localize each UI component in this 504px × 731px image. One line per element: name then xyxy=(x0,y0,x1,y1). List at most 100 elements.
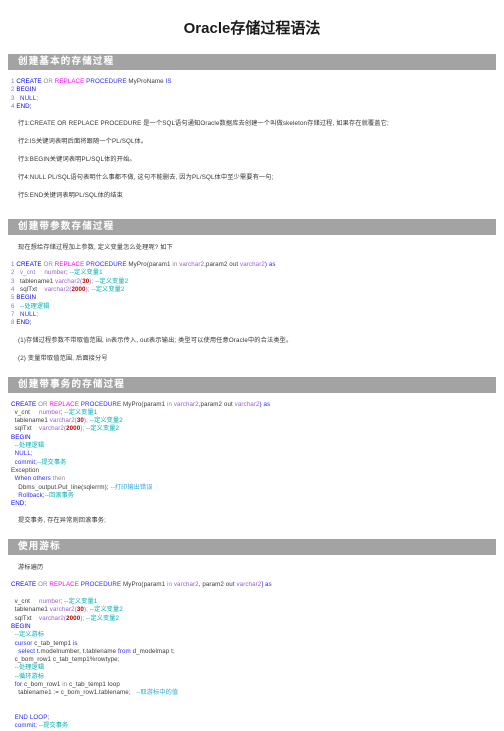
page-title: Oracle存储过程语法 xyxy=(183,20,321,37)
intro-cursor: 游标遍历 xyxy=(18,564,44,572)
code-token: MyPro(param1 xyxy=(128,261,173,269)
code-token: NULL; xyxy=(20,94,39,102)
code-token: in xyxy=(166,581,174,589)
code-token: NULL; xyxy=(11,450,33,458)
code-token: from xyxy=(117,647,133,655)
code-token: IS xyxy=(165,78,172,85)
code-token: 30 xyxy=(76,417,84,425)
code-token: --提交事务 xyxy=(37,458,67,466)
code-token: --定义变量2 xyxy=(86,614,120,622)
code-token: sqlTxt xyxy=(11,425,40,433)
code-token: d_modelmap t; xyxy=(132,647,175,655)
code-token: 6 xyxy=(11,302,20,310)
code-token: PROCEDURE xyxy=(80,581,124,589)
code-token: number xyxy=(39,598,61,606)
code-token: commit; xyxy=(11,458,37,466)
code-token: varchar2 xyxy=(236,581,262,589)
code-token: CREATE xyxy=(11,400,39,408)
code-token: CREATE xyxy=(16,78,44,85)
code-token: NULL; xyxy=(20,310,39,318)
code-token: REPLACE xyxy=(49,581,81,589)
code-token: --定义变量2 xyxy=(89,417,123,425)
code-token: MyPro(param1 xyxy=(123,400,167,408)
code-token: BEGIN xyxy=(16,294,37,302)
code-token: tablename1 xyxy=(11,417,50,425)
code-token: number xyxy=(39,408,61,416)
code-token: varchar2 xyxy=(234,400,260,408)
code-token: END; xyxy=(16,319,32,327)
section-header-cursor: 使用游标 xyxy=(8,539,496,556)
code-token: --处理逻辑 xyxy=(14,442,45,450)
code-token: --处理逻辑 xyxy=(14,664,45,672)
code-token: varchar2( xyxy=(39,614,67,622)
code-token: When others xyxy=(11,475,53,483)
code-token: c_tab_temp1 xyxy=(34,639,73,647)
section-header-transaction: 创建带事务的存储过程 xyxy=(8,376,496,393)
code-token: OR xyxy=(43,78,55,85)
code-token: c_tab_temp1 loop xyxy=(69,680,120,688)
code-token: --取游标中的值 xyxy=(136,689,179,697)
document-page: Oracle存储过程语法 创建基本的存储过程 1 CREATE OR REPLA… xyxy=(0,17,504,731)
code-token: --定义变量1 xyxy=(64,408,98,416)
code-token: OR xyxy=(43,261,55,269)
code-token: 2 v_cnt xyxy=(11,269,45,277)
code-token: varchar2 xyxy=(240,261,265,269)
code-token: tablename1 xyxy=(20,277,56,285)
code-token: varchar2( xyxy=(39,425,67,433)
code-token: 4 xyxy=(11,286,20,294)
code-token: tablename1 := c_bom_row1.tablename; xyxy=(11,689,137,697)
code-token: 3 xyxy=(11,277,20,285)
code-token: sqlTxt xyxy=(11,614,40,622)
code-token: --定义变量1 xyxy=(64,598,98,606)
note-params-1: (1)存储过程参数不带取值范围, in表示传入, out表示输出; 类型可以使用… xyxy=(18,336,293,344)
code-token: commit; xyxy=(11,722,39,730)
code-token: --回滚事务 xyxy=(44,491,75,499)
code-token: number xyxy=(44,269,66,277)
code-token: sqlTxt xyxy=(20,286,45,294)
code-token: then xyxy=(52,475,66,483)
code-token: MyProName xyxy=(128,78,166,85)
code-token: Rollback; xyxy=(11,491,45,499)
note-params-2: (2) 变量带取值范围, 后面接分号 xyxy=(18,354,108,362)
code-token: BEGIN xyxy=(16,86,37,94)
code-token: OR xyxy=(38,581,50,589)
code-token: ] as xyxy=(261,581,272,589)
code-token: --打印输出错误 xyxy=(110,483,153,491)
code-token: v_cnt xyxy=(11,408,40,416)
code-token: varchar2( xyxy=(49,417,77,425)
code-token: CREATE xyxy=(11,581,39,589)
code-token: --定义游标 xyxy=(14,631,45,639)
code-token: c_bom_row1 c_tab_temp1%rowtype; xyxy=(11,656,120,664)
code-token: 2000 xyxy=(66,425,81,433)
code-token: varchar2( xyxy=(49,606,77,614)
code-token: END; xyxy=(16,102,32,110)
intro-params: 现在想给存储过程加上参数, 定义变量怎么处理呢? 如下 xyxy=(18,244,173,252)
code-token: --处理逻辑 xyxy=(20,302,50,310)
code-token: REPLACE xyxy=(54,261,87,269)
code-block-cursor: CREATE OR REPLACE PROCEDURE MyPro(param1… xyxy=(8,581,496,730)
code-token: is xyxy=(72,639,78,647)
code-token: for xyxy=(11,680,24,688)
code-token: varchar2 xyxy=(173,581,199,589)
code-token: --提交事务 xyxy=(38,722,69,730)
code-token: 2000 xyxy=(66,614,81,622)
code-block-transaction: CREATE OR REPLACE PROCEDURE MyPro(param1… xyxy=(8,401,496,509)
code-token: --定义变量2 xyxy=(89,606,123,614)
code-token: OR xyxy=(38,400,50,408)
code-token: BEGIN xyxy=(11,622,31,630)
code-token: REPLACE xyxy=(54,78,87,85)
section-header-params: 创建带参数存储过程 xyxy=(8,219,496,236)
section-header-basic: 创建基本的存储过程 xyxy=(8,54,496,70)
code-token: PROCEDURE xyxy=(86,261,129,269)
code-token: PROCEDURE xyxy=(86,78,129,85)
code-token: ) as xyxy=(264,261,276,269)
code-token: REPLACE xyxy=(49,400,81,408)
code-token: c_bom_row1 xyxy=(23,680,63,688)
code-token: cursor xyxy=(11,639,35,647)
code-token: 3 xyxy=(11,94,20,102)
code-token: t.modelnumber, t.tablename xyxy=(36,647,118,655)
code-token: varchar2 xyxy=(179,261,205,269)
code-token: Exception xyxy=(11,466,40,474)
note-basic-3: 行3:BEGIN关键词表明PL/SQL体的开始。 xyxy=(18,156,136,164)
code-token: BEGIN xyxy=(11,433,31,441)
